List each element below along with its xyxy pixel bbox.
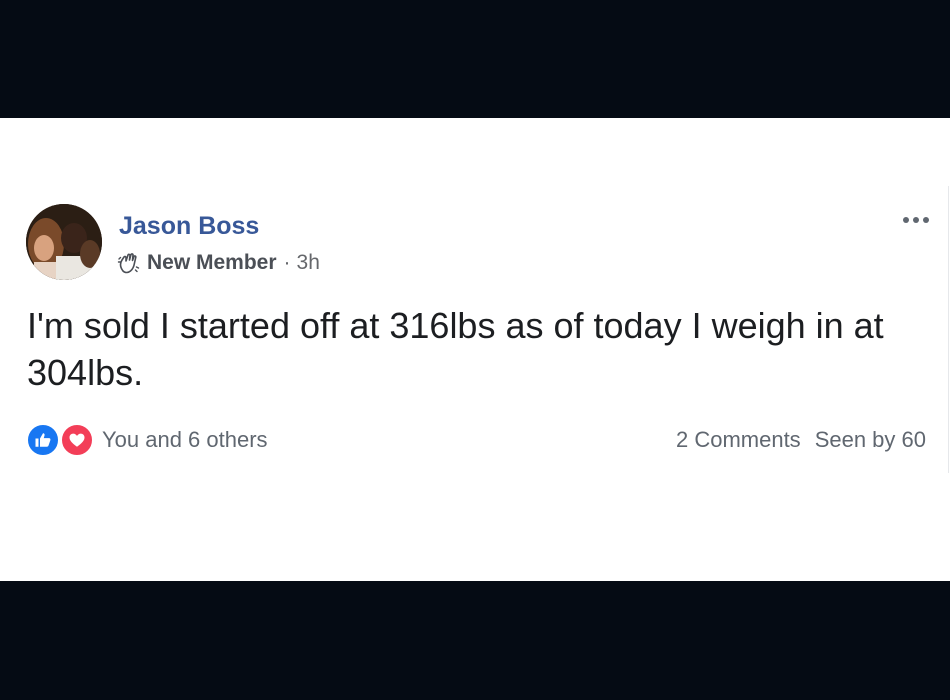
post-border (948, 186, 949, 473)
avatar[interactable] (26, 204, 102, 280)
reactions-summary[interactable]: You and 6 others (26, 423, 268, 457)
facebook-post: Jason Boss New Member · 3h I'm sold I st… (0, 118, 950, 581)
member-badge[interactable]: New Member (147, 251, 277, 275)
more-dot (923, 217, 929, 223)
thumbs-up-icon (35, 433, 51, 447)
post-meta: New Member · 3h (117, 249, 320, 277)
avatar-photo (26, 204, 102, 280)
more-options-icon[interactable] (896, 208, 936, 232)
reactions-text[interactable]: You and 6 others (102, 427, 268, 453)
more-dot (913, 217, 919, 223)
seen-count[interactable]: Seen by 60 (815, 427, 926, 453)
more-dot (903, 217, 909, 223)
comments-count[interactable]: 2 Comments (676, 427, 801, 453)
heart-icon (69, 433, 85, 447)
screenshot-frame: Jason Boss New Member · 3h I'm sold I st… (0, 0, 950, 700)
post-time[interactable]: 3h (297, 251, 320, 275)
like-reaction-icon (26, 423, 60, 457)
meta-separator: · (283, 251, 291, 274)
post-stats: 2 Comments Seen by 60 (676, 427, 926, 453)
post-footer: You and 6 others 2 Comments Seen by 60 (26, 422, 926, 458)
waving-hand-icon (117, 253, 140, 274)
post-text: I'm sold I started off at 316lbs as of t… (27, 305, 884, 393)
author-name[interactable]: Jason Boss (119, 212, 259, 241)
reaction-icons (26, 423, 96, 457)
love-reaction-icon (60, 423, 94, 457)
